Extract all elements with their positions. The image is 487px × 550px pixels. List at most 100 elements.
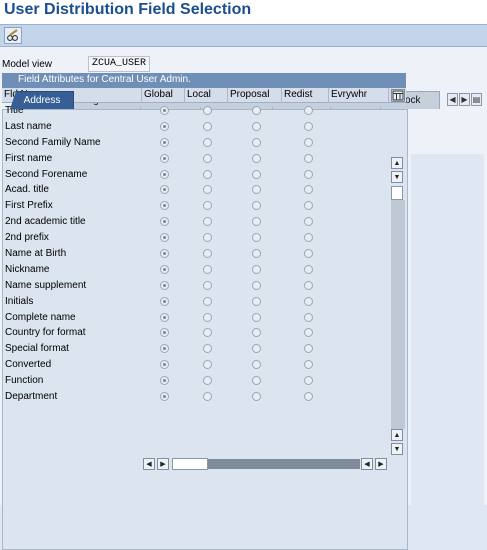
local-radio[interactable] <box>203 121 212 131</box>
global-radio[interactable] <box>160 280 169 290</box>
global-radio[interactable] <box>160 312 169 322</box>
redist-radio[interactable] <box>304 106 313 115</box>
redist-radio[interactable] <box>304 392 313 402</box>
global-radio[interactable] <box>160 264 169 274</box>
proposal-radio[interactable] <box>252 296 261 306</box>
proposal-radio[interactable] <box>252 153 261 163</box>
local-radio[interactable] <box>203 137 212 147</box>
global-radio[interactable] <box>160 201 169 211</box>
global-radio[interactable] <box>160 137 169 147</box>
redist-radio[interactable] <box>304 328 313 338</box>
proposal-radio[interactable] <box>252 360 261 370</box>
scroll-down-small-button[interactable]: ▼ <box>391 171 403 183</box>
hscroll-left-step-button[interactable]: ▶ <box>157 458 169 470</box>
tab-list-button[interactable]: ▤ <box>471 93 482 106</box>
global-radio[interactable] <box>160 392 169 402</box>
redist-radio[interactable] <box>304 296 313 306</box>
local-radio[interactable] <box>203 360 212 370</box>
proposal-radio[interactable] <box>252 280 261 290</box>
tab-address[interactable]: Address <box>10 91 74 109</box>
model-view-field[interactable]: ZCUA_USER <box>88 56 150 72</box>
global-radio[interactable] <box>160 185 169 195</box>
local-radio[interactable] <box>203 249 212 259</box>
global-radio[interactable] <box>160 344 169 354</box>
vertical-scroll-thumb[interactable] <box>391 186 403 200</box>
column-header-proposal[interactable]: Proposal <box>228 88 282 103</box>
proposal-radio[interactable] <box>252 264 261 274</box>
redist-radio[interactable] <box>304 153 313 163</box>
scroll-page-down-button[interactable]: ▼ <box>391 443 403 455</box>
local-radio[interactable] <box>203 217 212 227</box>
hscroll-right-step-button[interactable]: ◀ <box>361 458 373 470</box>
redist-radio[interactable] <box>304 360 313 370</box>
redist-radio[interactable] <box>304 137 313 147</box>
proposal-radio[interactable] <box>252 312 261 322</box>
local-radio[interactable] <box>203 201 212 211</box>
global-radio[interactable] <box>160 153 169 163</box>
proposal-radio[interactable] <box>252 217 261 227</box>
global-radio[interactable] <box>160 360 169 370</box>
proposal-radio[interactable] <box>252 328 261 338</box>
column-header-redist[interactable]: Redist <box>282 88 329 103</box>
redist-radio[interactable] <box>304 169 313 179</box>
redist-radio[interactable] <box>304 201 313 211</box>
local-radio[interactable] <box>203 296 212 306</box>
global-radio[interactable] <box>160 328 169 338</box>
horizontal-scroll-thumb[interactable] <box>172 458 208 470</box>
proposal-radio[interactable] <box>252 185 261 195</box>
local-radio[interactable] <box>203 280 212 290</box>
column-header-global[interactable]: Global <box>142 88 185 103</box>
scroll-up-button[interactable]: ▲ <box>391 157 403 169</box>
scroll-page-up-button[interactable]: ▲ <box>391 429 403 441</box>
proposal-radio[interactable] <box>252 201 261 211</box>
redist-radio[interactable] <box>304 121 313 131</box>
redist-radio[interactable] <box>304 185 313 195</box>
proposal-radio[interactable] <box>252 233 261 243</box>
local-radio[interactable] <box>203 169 212 179</box>
local-radio[interactable] <box>203 376 212 386</box>
global-radio[interactable] <box>160 217 169 227</box>
global-radio[interactable] <box>160 106 169 115</box>
redist-radio[interactable] <box>304 264 313 274</box>
redist-radio[interactable] <box>304 249 313 259</box>
local-radio[interactable] <box>203 264 212 274</box>
global-radio[interactable] <box>160 169 169 179</box>
redist-radio[interactable] <box>304 217 313 227</box>
proposal-radio[interactable] <box>252 137 261 147</box>
redist-radio[interactable] <box>304 233 313 243</box>
proposal-radio[interactable] <box>252 106 261 115</box>
local-radio[interactable] <box>203 344 212 354</box>
display-change-button[interactable] <box>4 27 22 44</box>
global-radio[interactable] <box>160 376 169 386</box>
local-radio[interactable] <box>203 185 212 195</box>
local-radio[interactable] <box>203 392 212 402</box>
column-header-local[interactable]: Local <box>185 88 228 103</box>
global-radio[interactable] <box>160 121 169 131</box>
vertical-scroll-track[interactable] <box>391 200 405 429</box>
proposal-radio[interactable] <box>252 344 261 354</box>
redist-radio[interactable] <box>304 376 313 386</box>
local-radio[interactable] <box>203 328 212 338</box>
column-header-evrywhr[interactable]: Evrywhr <box>329 88 389 103</box>
local-radio[interactable] <box>203 233 212 243</box>
global-radio[interactable] <box>160 249 169 259</box>
hscroll-left-button[interactable]: ◀ <box>143 458 155 470</box>
hscroll-right-button[interactable]: ▶ <box>375 458 387 470</box>
tab-scroll-right-button[interactable]: ▶ <box>459 93 470 106</box>
proposal-radio[interactable] <box>252 376 261 386</box>
proposal-radio[interactable] <box>252 392 261 402</box>
proposal-radio[interactable] <box>252 121 261 131</box>
redist-radio[interactable] <box>304 312 313 322</box>
proposal-radio[interactable] <box>252 169 261 179</box>
global-radio[interactable] <box>160 233 169 243</box>
redist-radio[interactable] <box>304 344 313 354</box>
proposal-radio[interactable] <box>252 249 261 259</box>
horizontal-scroll-track[interactable] <box>208 459 360 469</box>
local-radio[interactable] <box>203 106 212 115</box>
column-settings-button[interactable] <box>391 89 405 102</box>
redist-radio[interactable] <box>304 280 313 290</box>
local-radio[interactable] <box>203 312 212 322</box>
tab-scroll-left-button[interactable]: ◀ <box>447 93 458 106</box>
local-radio[interactable] <box>203 153 212 163</box>
global-radio[interactable] <box>160 296 169 306</box>
